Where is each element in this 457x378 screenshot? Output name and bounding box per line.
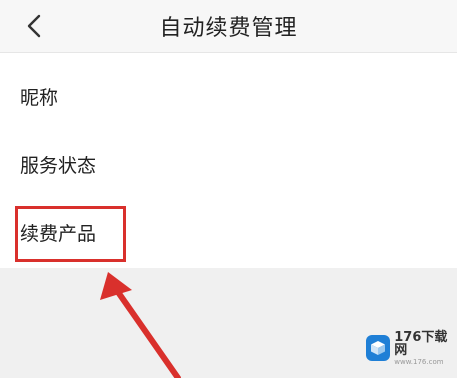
watermark-subtext: www.176.com [394, 357, 444, 366]
cube-logo-icon [366, 335, 391, 361]
watermark: 176下载网 www.176.com [366, 328, 456, 368]
watermark-text: 176下载网 [394, 329, 448, 358]
pointer-arrow [100, 272, 181, 378]
